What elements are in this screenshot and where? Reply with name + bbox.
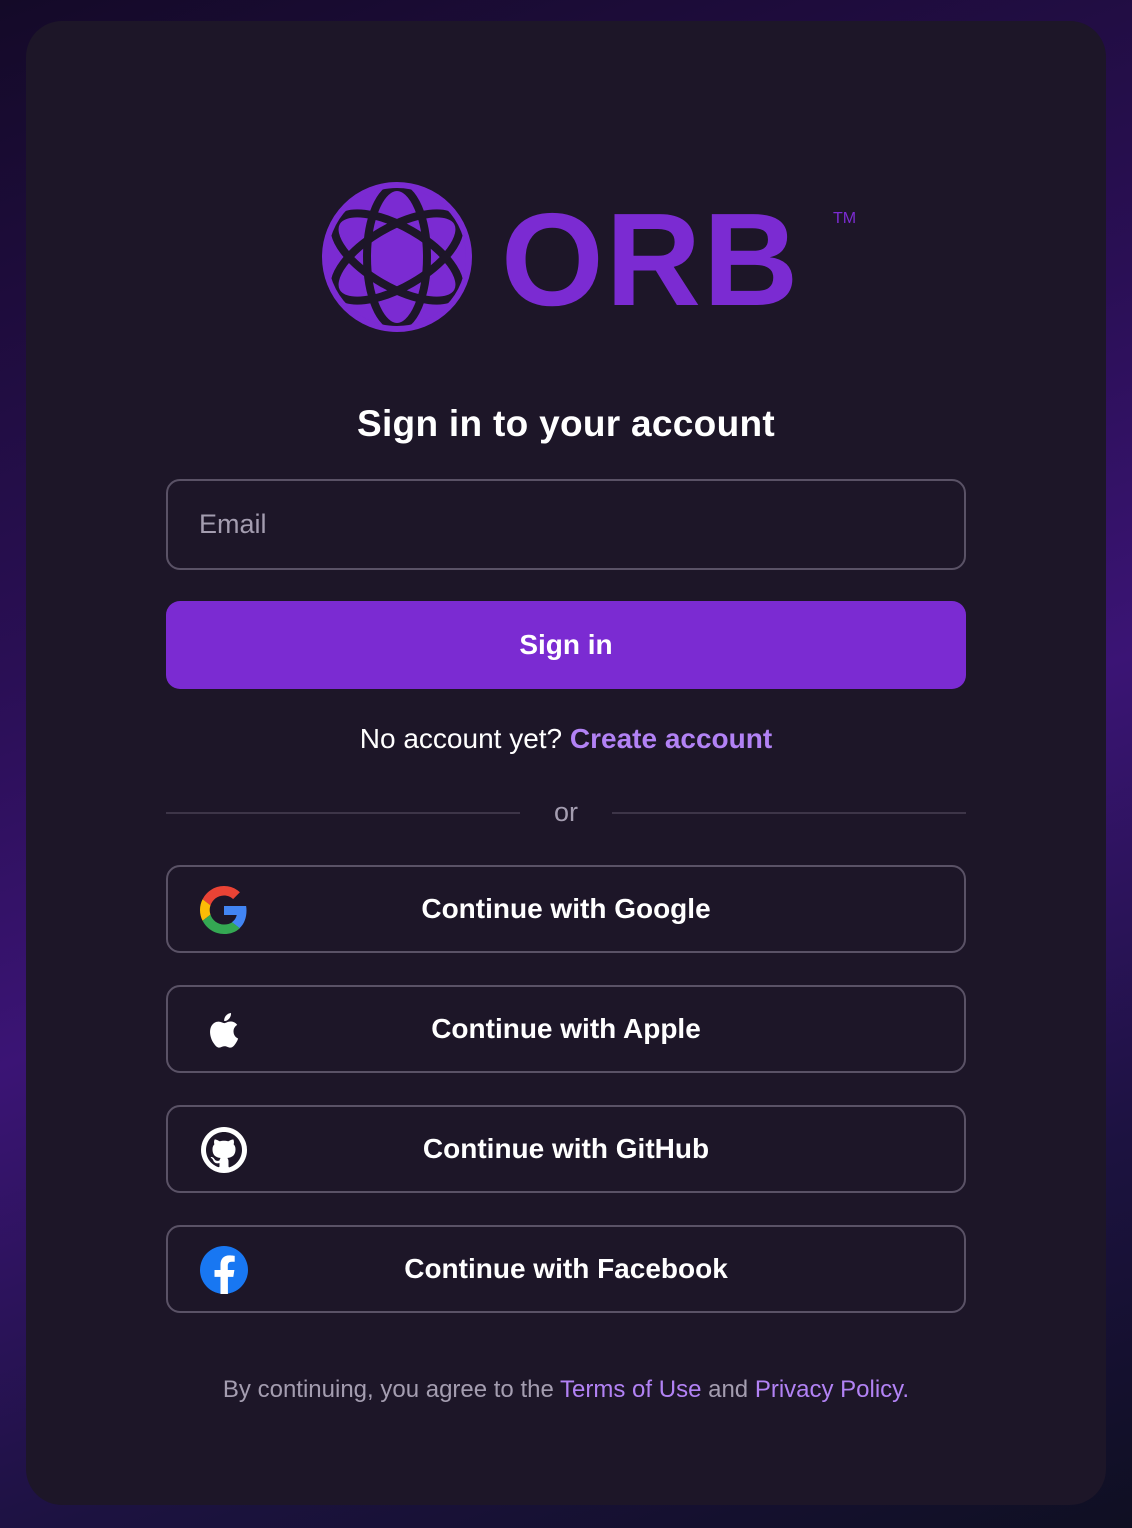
continue-apple-button[interactable]: Continue with Apple — [166, 985, 966, 1073]
signup-prompt-text: No account yet? — [359, 723, 563, 754]
privacy-policy-label: Privacy Policy — [754, 1376, 903, 1403]
divider-or: or — [553, 797, 578, 827]
legal-prefix: By continuing, you agree to the — [222, 1376, 554, 1403]
legal-suffix: . — [902, 1376, 910, 1403]
privacy-policy-link[interactable]: Privacy Policy. — [755, 1376, 909, 1403]
divider-right — [612, 812, 966, 814]
divider-left — [166, 812, 520, 814]
email-field[interactable] — [166, 479, 966, 570]
create-account-link[interactable]: Create account — [570, 723, 772, 754]
continue-facebook-label: Continue with Facebook — [404, 1253, 728, 1284]
legal-notice: By continuing, you agree to the Terms of… — [26, 1376, 1106, 1404]
legal-and: and — [708, 1376, 749, 1403]
sign-in-card: ORB TM Sign in to your account Sign in N… — [26, 21, 1106, 1505]
continue-github-button[interactable]: Continue with GitHub — [166, 1105, 966, 1193]
trademark-mark: TM — [833, 210, 856, 227]
orb-emblem-icon — [322, 182, 472, 332]
continue-facebook-button[interactable]: Continue with Facebook — [166, 1225, 966, 1313]
continue-github-label: Continue with GitHub — [422, 1133, 710, 1164]
continue-google-button[interactable]: Continue with Google — [166, 865, 966, 953]
page-title: Sign in to your account — [356, 403, 776, 444]
sign-in-button[interactable]: Sign in — [166, 601, 966, 689]
continue-apple-label: Continue with Apple — [431, 1013, 701, 1044]
signup-prompt: No account yet? Create account — [26, 723, 1106, 755]
orb-logo: ORB TM — [301, 161, 861, 341]
terms-of-use-link[interactable]: Terms of Use — [560, 1376, 701, 1403]
continue-google-label: Continue with Google — [421, 893, 711, 924]
brand-wordmark: ORB — [501, 186, 800, 333]
